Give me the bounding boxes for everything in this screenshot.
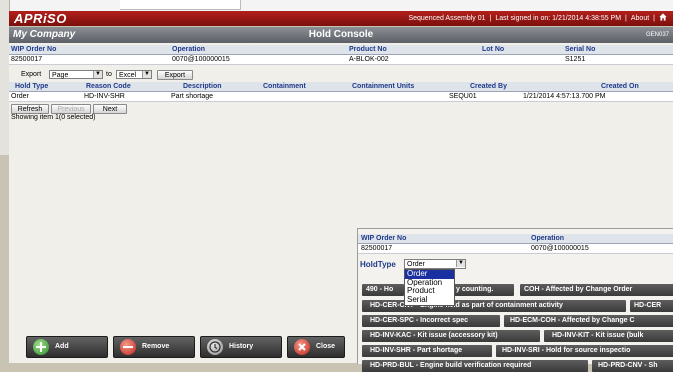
popup-col-wip-order-no: WIP Order No [361,235,407,242]
cell-created-by: SEQU01 [449,93,477,100]
reason-chip-coh[interactable]: COH - Affected by Change Order [520,284,673,296]
reason-chip-hd-prd-bul[interactable]: HD-PRD-BUL - Engine build verification r… [362,360,588,372]
chevron-down-icon: ▼ [93,71,102,78]
col-containment-units: Containment Units [352,83,415,90]
col-product-no: Product No [349,46,387,53]
popup-grid-row: 82500017 0070@100000015 [358,244,673,254]
last-signed-in: Last signed in on: 1/21/2014 4:38:55 PM [495,15,622,22]
holdtype-value: Order [407,261,425,268]
hold-grid-header: Hold Type Reason Code Description Contai… [9,82,673,92]
screen-code: GEN037 [645,32,669,38]
history-icon [207,339,223,355]
cell-serial-no: S1251 [565,56,586,63]
col-wip-order-no: WIP Order No [11,46,57,53]
refresh-button[interactable]: Refresh [11,104,49,114]
reason-chip-hd-inv-shr[interactable]: HD-INV-SHR - Part shortage [362,345,492,357]
popup-cell-operation: 0070@100000015 [531,245,589,252]
export-scope-value: Page [52,72,69,79]
cell-operation: 0070@100000015 [172,56,230,63]
export-scope-select[interactable]: Page ▼ [49,70,103,79]
to-label: to [106,71,112,78]
export-button[interactable]: Export [157,70,193,80]
reason-chip-hd-inv-sri[interactable]: HD-INV-SRI - Hold for source inspectio [496,345,673,357]
cell-reason-code: HD-INV-SHR [84,93,125,100]
holdtype-option-serial[interactable]: Serial [405,295,454,305]
history-button-label: History [229,343,254,350]
remove-button[interactable]: Remove [113,336,195,358]
cell-wip-order-no: 82500017 [11,56,43,63]
selection-status: Showing item 1(0 selected) [11,114,96,121]
cell-hold-type: Order [11,93,29,100]
hold-grid-row[interactable]: Order HD-INV-SHR Part shortage SEQU01 1/… [9,92,673,102]
col-operation: Operation [172,46,206,53]
header-info: Sequenced Assembly 01 | Last signed in on:… [408,11,667,26]
holdtype-select[interactable]: Order ▼ [404,259,466,269]
holdtype-label: HoldType [360,260,396,269]
previous-button[interactable]: Previous [51,104,91,114]
wip-grid-row[interactable]: 82500017 0070@100000015 A-BLOK-002 S1251 [9,55,673,65]
reason-chip-490[interactable]: 490 - Ho [362,284,404,296]
popup-col-operation: Operation [531,235,565,242]
close-icon [294,339,310,355]
reason-chip-hd-inv-kit[interactable]: HD-INV-KIT - Kit issue (bulk [544,330,673,342]
reason-chip-hd-cer-cnt[interactable]: HD-CER-CNT - Engine held as part of cont… [362,300,626,312]
cell-description: Part shortage [171,93,214,100]
minus-icon [120,339,136,355]
col-lot-no: Lot No [482,46,505,53]
add-button[interactable]: Add [26,336,108,358]
apriso-logo: APRiSO [14,11,67,26]
export-label: Export [21,71,42,78]
col-serial-no: Serial No [565,46,596,53]
chevron-down-icon: ▼ [456,260,465,267]
title-bar: Hold Console My Company GEN037 [9,27,673,43]
reason-chip-hd-inv-kac[interactable]: HD-INV-KAC - Kit issue (accessory kit) [362,330,540,342]
add-hold-popup: WIP Order No Operation 82500017 0070@100… [357,228,673,372]
plus-icon [33,339,49,355]
reason-chip-hd-cer-spc[interactable]: HD-CER-SPC - Incorrect spec [362,315,500,327]
home-icon[interactable] [659,13,667,22]
chevron-down-icon: ▼ [142,71,151,78]
reason-chip-hd-cer[interactable]: HD-CER [630,300,673,312]
next-button[interactable]: Next [93,104,127,114]
popup-grid-header: WIP Order No Operation [358,234,673,244]
company-name: My Company [13,29,76,40]
export-toolbar: Export Page ▼ to Excel ▼ Export [9,69,309,81]
col-reason-code: Reason Code [86,83,131,90]
col-containment: Containment [263,83,306,90]
add-button-label: Add [55,343,69,350]
col-description: Description [183,83,222,90]
background-window [120,0,241,10]
cell-product-no: A-BLOK-002 [349,56,389,63]
popup-cell-wip-order-no: 82500017 [361,245,393,252]
col-created-by: Created By [470,83,507,90]
history-button[interactable]: History [200,336,282,358]
holdtype-dropdown-list: Order Operation Product Serial [404,269,455,306]
reason-chip-hd-ecm-coh[interactable]: HD-ECM-COH - Affected by Change C [504,315,673,327]
cell-created-on: 1/21/2014 4:57:13.700 PM [523,93,606,100]
reason-chip-hd-prd-cnv[interactable]: HD-PRD-CNV - Sh [592,360,673,372]
close-button[interactable]: Close [287,336,345,358]
remove-button-label: Remove [142,343,170,350]
export-format-select[interactable]: Excel ▼ [116,70,152,79]
about-link[interactable]: About [631,15,649,22]
close-button-label: Close [316,343,336,350]
export-format-value: Excel [119,72,137,79]
top-blank-area [0,0,673,11]
station-name: Sequenced Assembly 01 [408,15,486,22]
app-header: APRiSO Sequenced Assembly 01 | Last signed… [9,11,673,26]
col-hold-type: Hold Type [15,83,49,90]
col-created-on: Created On [601,83,639,90]
page-title: Hold Console [308,29,374,40]
wip-grid-header: WIP Order No Operation Product No Lot No… [9,45,673,55]
reason-chip-490-rest[interactable]: y counting. [454,284,514,296]
